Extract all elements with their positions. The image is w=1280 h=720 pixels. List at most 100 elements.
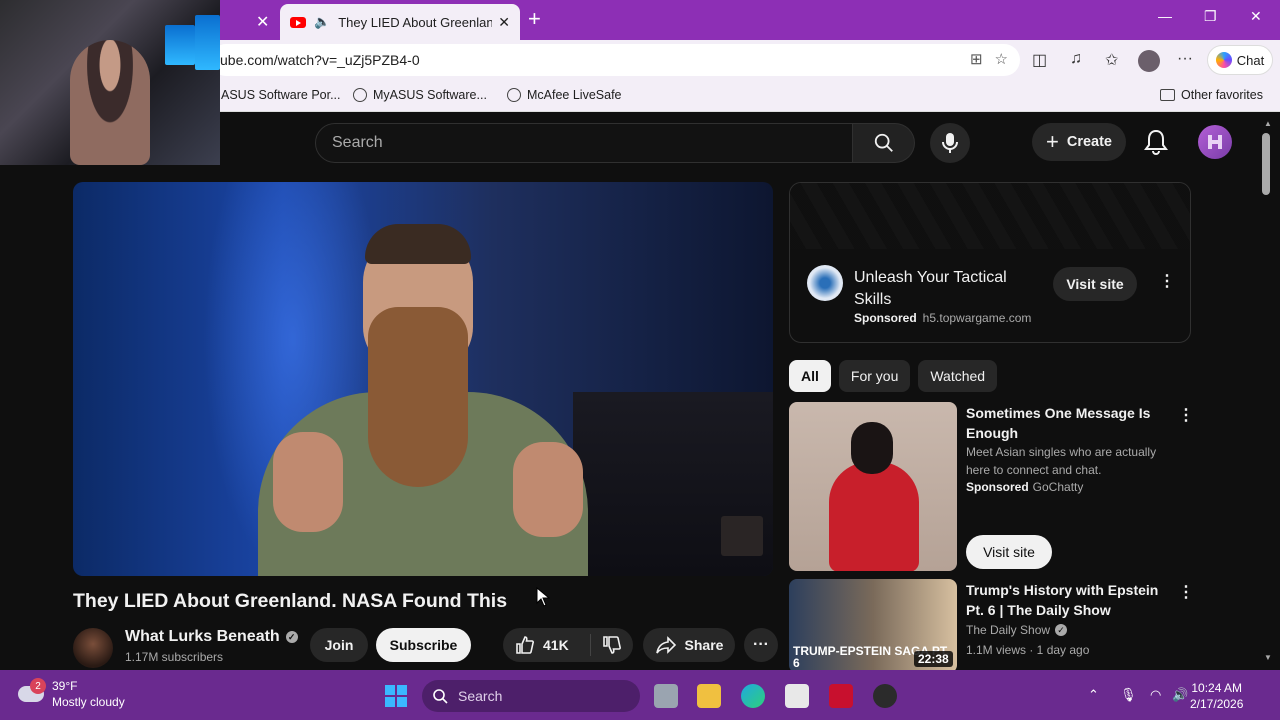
webcam-overlay: [0, 0, 220, 165]
globe-icon: [353, 88, 367, 102]
new-tab-icon[interactable]: +: [528, 6, 541, 32]
share-label: Share: [684, 637, 724, 653]
scroll-down-icon[interactable]: ▼: [1264, 653, 1272, 662]
edge-icon[interactable]: [741, 684, 765, 708]
url-input[interactable]: ube.com/watch?v=_uZj5PZB4-0 ⊞ ☆: [210, 44, 1020, 76]
rec-channel[interactable]: The Daily Show ✓: [966, 623, 1068, 637]
search-button[interactable]: [853, 123, 915, 163]
join-button[interactable]: Join: [310, 628, 368, 662]
video-title-rec[interactable]: Trump's History with Epstein Pt. 6 | The…: [966, 580, 1171, 620]
ad-meta: Sponsored h5.topwargame.com: [854, 311, 1032, 325]
chat-label: Chat: [1236, 52, 1265, 68]
app-icon[interactable]: [873, 684, 897, 708]
ad-card[interactable]: Unleash Your Tactical Skills Sponsored h5…: [789, 182, 1191, 343]
create-button[interactable]: + Create: [1032, 123, 1126, 161]
sponsored-thumbnail[interactable]: [789, 402, 957, 571]
windows-start-icon[interactable]: [385, 685, 407, 707]
subscribe-button[interactable]: Subscribe: [376, 628, 471, 662]
taskbar-search[interactable]: Search: [422, 680, 640, 712]
video-title: They LIED About Greenland. NASA Found Th…: [73, 590, 508, 612]
windows-taskbar: 39°F Mostly cloudy 2 Search ⌃ 🎙 ◠ 🔊 10:2…: [0, 670, 1280, 720]
share-icon: [655, 636, 676, 654]
ad-visit-site-button[interactable]: Visit site: [1053, 267, 1137, 301]
more-actions-button[interactable]: ···: [744, 628, 778, 662]
youtube-favicon-icon: [290, 16, 306, 28]
globe-icon: [507, 88, 521, 102]
system-clock[interactable]: 10:24 AM 2/17/2026: [1190, 680, 1243, 712]
verified-icon: ✓: [1055, 624, 1068, 636]
weather-badge: 2: [30, 678, 46, 694]
youtube-page: Search + Create They LIED About Greenlan…: [0, 113, 1280, 673]
task-view-icon[interactable]: [654, 684, 678, 708]
speaker-icon[interactable]: 🔈: [314, 14, 330, 30]
restore-icon[interactable]: ❐: [1204, 8, 1217, 25]
like-count: 41K: [543, 637, 569, 653]
rec-menu-icon[interactable]: ⋮: [1178, 582, 1194, 602]
clock-date: 2/17/2026: [1190, 697, 1244, 711]
sponsored-title[interactable]: Sometimes One Message Is Enough: [966, 403, 1171, 443]
ad-menu-icon[interactable]: ⋮: [1159, 271, 1175, 291]
other-favorites[interactable]: Other favorites: [1160, 88, 1263, 102]
favorite-star-icon[interactable]: ☆: [995, 50, 1008, 68]
video-duration: 22:38: [914, 651, 953, 667]
chip-watched[interactable]: Watched: [918, 360, 998, 392]
ad-logo: [807, 265, 843, 301]
mcafee-icon[interactable]: [829, 684, 853, 708]
tab-title: They LIED About Greenland. N: [338, 14, 493, 30]
search-input[interactable]: Search: [315, 123, 853, 163]
file-explorer-icon[interactable]: [697, 684, 721, 708]
chip-all[interactable]: All: [789, 360, 831, 392]
bookmark-item[interactable]: MyASUS Software...: [353, 88, 487, 102]
close-tab-icon[interactable]: ✕: [498, 14, 510, 31]
like-dislike-group: 41K: [503, 628, 633, 662]
rec-meta: 1.1M views · 1 day ago: [966, 643, 1090, 657]
ad-title: Unleash Your Tactical Skills: [854, 269, 1007, 308]
dislike-button[interactable]: [591, 635, 633, 655]
search-icon: [874, 133, 893, 152]
bookmark-item[interactable]: ASUS Software Por...: [221, 88, 341, 102]
bookmark-item[interactable]: McAfee LiveSafe: [507, 88, 622, 102]
weather-desc: Mostly cloudy: [52, 695, 125, 709]
microphone-icon[interactable]: 🎙: [1120, 687, 1137, 703]
filter-chips: All For you Watched: [789, 360, 998, 392]
rec-menu-icon[interactable]: ⋮: [1178, 405, 1194, 425]
close-tab-icon[interactable]: ✕: [256, 12, 269, 32]
weather-temp: 39°F: [52, 679, 78, 693]
thumbs-up-icon: [516, 636, 534, 654]
copilot-chat-button[interactable]: Chat: [1207, 45, 1273, 75]
channel-name[interactable]: What Lurks Beneath ✓: [125, 628, 298, 646]
volume-icon[interactable]: 🔊: [1172, 687, 1188, 703]
split-screen-icon[interactable]: ◫: [1032, 50, 1047, 70]
store-icon[interactable]: [785, 684, 809, 708]
video-player[interactable]: [73, 182, 773, 576]
plus-icon: +: [1046, 129, 1059, 154]
url-text: ube.com/watch?v=_uZj5PZB4-0: [220, 52, 420, 68]
show-hidden-icons-icon[interactable]: ⌃: [1088, 687, 1099, 703]
close-window-icon[interactable]: ✕: [1250, 8, 1262, 25]
verified-icon: ✓: [285, 631, 298, 643]
sponsored-visit-site-button[interactable]: Visit site: [966, 535, 1052, 569]
favorites-icon[interactable]: ✩: [1105, 50, 1118, 70]
create-label: Create: [1066, 134, 1112, 150]
sponsored-description: Meet Asian singles who are actually here…: [966, 445, 1157, 477]
more-menu-icon[interactable]: ···: [1177, 50, 1193, 68]
like-button[interactable]: 41K: [503, 634, 591, 656]
wifi-icon[interactable]: ◠: [1150, 687, 1161, 703]
folder-icon: [1160, 89, 1175, 101]
apps-icon[interactable]: ⊞: [970, 50, 983, 68]
clock-time: 10:24 AM: [1191, 681, 1243, 695]
notifications-bell-icon[interactable]: [1144, 129, 1168, 160]
profile-avatar[interactable]: [1138, 50, 1160, 72]
account-avatar[interactable]: [1198, 125, 1232, 159]
chip-for-you[interactable]: For you: [838, 360, 911, 392]
active-tab[interactable]: 🔈 They LIED About Greenland. N ✕: [280, 4, 520, 40]
voice-search-button[interactable]: [930, 123, 970, 163]
share-button[interactable]: Share: [643, 628, 735, 662]
channel-avatar[interactable]: [73, 628, 113, 668]
media-icon[interactable]: ♫: [1070, 50, 1082, 68]
microphone-icon: [942, 133, 958, 153]
scroll-up-icon[interactable]: ▲: [1264, 119, 1272, 128]
minimize-icon[interactable]: —: [1158, 8, 1172, 24]
sponsored-meta: Sponsored GoChatty: [966, 480, 1084, 494]
scrollbar-thumb[interactable]: [1262, 133, 1270, 195]
